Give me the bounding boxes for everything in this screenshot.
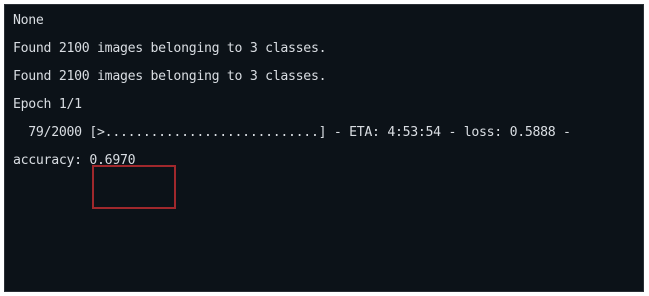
terminal-output-window: None Found 2100 images belonging to 3 cl… <box>4 4 644 292</box>
console-line-found-images-train: Found 2100 images belonging to 3 classes… <box>13 41 327 56</box>
console-line-found-images-validation: Found 2100 images belonging to 3 classes… <box>13 69 327 84</box>
accuracy-highlight-box <box>92 165 176 209</box>
console-line-training-progress: 79/2000 [>............................] … <box>13 125 571 140</box>
console-line-none: None <box>13 13 44 28</box>
console-line-epoch: Epoch 1/1 <box>13 97 82 112</box>
